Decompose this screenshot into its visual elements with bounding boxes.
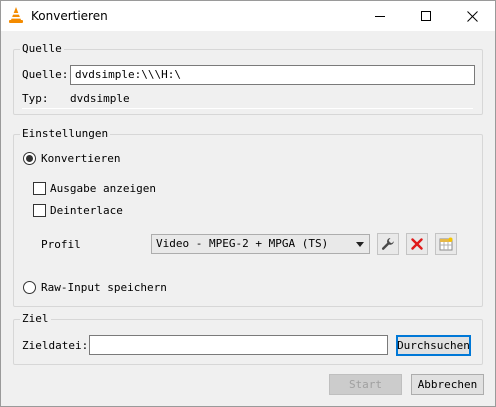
- close-icon: [466, 10, 478, 22]
- browse-button[interactable]: Durchsuchen: [396, 335, 471, 356]
- source-type-value: dvdsimple: [70, 92, 130, 105]
- start-button[interactable]: Start: [329, 374, 402, 395]
- raw-input-label[interactable]: Raw-Input speichern: [41, 281, 167, 295]
- source-type-label: Typ:: [22, 92, 49, 105]
- convert-dialog: Konvertieren Quelle Quelle: dvdsimple:\\…: [0, 0, 496, 407]
- edit-profile-button[interactable]: [377, 233, 399, 255]
- vlc-cone-icon: [8, 7, 24, 24]
- wrench-icon: [381, 238, 394, 250]
- profile-label: Profil: [41, 238, 81, 251]
- source-input[interactable]: dvdsimple:\\\H:\: [70, 65, 475, 85]
- source-separator: [22, 108, 473, 109]
- red-x-icon: [411, 238, 423, 250]
- minimize-icon: [375, 16, 385, 17]
- deinterlace-label[interactable]: Deinterlace: [50, 204, 123, 218]
- maximize-icon: [421, 11, 431, 21]
- convert-radio[interactable]: [23, 152, 36, 165]
- show-output-checkbox[interactable]: [33, 182, 46, 195]
- cancel-button[interactable]: Abbrechen: [411, 374, 484, 395]
- source-field-label: Quelle:: [22, 68, 69, 81]
- close-button[interactable]: [449, 1, 495, 31]
- settings-group-label: Einstellungen: [20, 127, 111, 141]
- convert-radio-label[interactable]: Konvertieren: [41, 152, 120, 166]
- title-bar[interactable]: Konvertieren: [1, 1, 495, 31]
- destination-file-label: Zieldatei:: [22, 339, 89, 352]
- window-title: Konvertieren: [31, 9, 108, 23]
- profile-select-value: Video - MPEG-2 + MPGA (TS): [156, 237, 329, 250]
- destination-file-input[interactable]: [89, 335, 388, 355]
- show-output-label[interactable]: Ausgabe anzeigen: [50, 182, 156, 196]
- maximize-button[interactable]: [403, 1, 449, 31]
- new-profile-button[interactable]: [435, 233, 457, 255]
- chevron-down-icon: [356, 242, 364, 247]
- source-group-label: Quelle: [20, 42, 64, 56]
- radio-selected-dot: [26, 155, 33, 162]
- new-profile-grid-icon: [439, 237, 453, 251]
- deinterlace-checkbox[interactable]: [33, 204, 46, 217]
- profile-select[interactable]: Video - MPEG-2 + MPGA (TS): [151, 234, 370, 254]
- minimize-button[interactable]: [357, 1, 403, 31]
- destination-group-label: Ziel: [20, 312, 51, 326]
- delete-profile-button[interactable]: [406, 233, 428, 255]
- raw-input-radio[interactable]: [23, 281, 36, 294]
